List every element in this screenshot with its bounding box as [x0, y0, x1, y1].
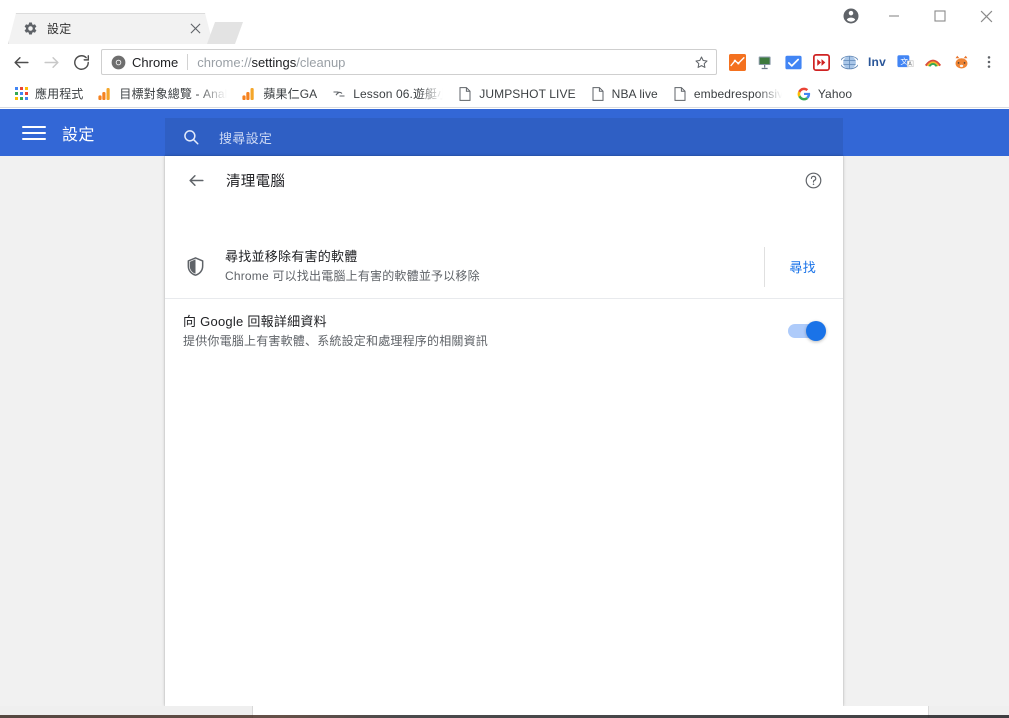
url-text: chrome://settings/cleanup	[197, 55, 690, 70]
checkmark-extension-icon[interactable]	[779, 48, 807, 76]
new-tab-button[interactable]	[207, 22, 243, 44]
tab-title: 設定	[47, 22, 72, 36]
tab-strip: 設定	[0, 0, 1009, 44]
bookmark-audience-overview[interactable]: 目標對象總覽 - Anal	[90, 83, 234, 105]
window-controls	[831, 0, 1009, 32]
reload-icon[interactable]	[66, 48, 96, 76]
forward-icon	[36, 48, 66, 76]
chrome-menu-icon[interactable]	[975, 48, 1003, 76]
fox-extension-icon[interactable]	[947, 48, 975, 76]
bookmark-apple-ga[interactable]: 蘋果仁GA	[234, 83, 324, 105]
svg-text:A: A	[908, 61, 912, 67]
account-avatar-icon[interactable]	[831, 0, 871, 32]
extension-icons: Inv 文 A	[723, 48, 975, 76]
help-icon[interactable]	[800, 167, 826, 193]
row-title: 向 Google 回報詳細資料	[183, 313, 327, 329]
omnibox-divider	[187, 54, 189, 70]
settings-header-bar: 設定 搜尋設定	[0, 109, 1009, 156]
bookmark-yahoo[interactable]: Yahoo	[789, 83, 859, 105]
page-title: 清理電腦	[226, 173, 286, 190]
row-title: 尋找並移除有害的軟體	[225, 249, 358, 264]
hamburger-menu-icon[interactable]	[22, 121, 46, 145]
address-bar[interactable]: Chrome chrome://settings/cleanup	[101, 49, 717, 75]
browser-toolbar: Chrome chrome://settings/cleanup Inv 文 A	[0, 44, 1009, 80]
close-button[interactable]	[963, 0, 1009, 32]
bookmark-label: 蘋果仁GA	[263, 87, 318, 101]
bookmark-label: 應用程式	[35, 87, 84, 101]
bookmark-jumpshot-live[interactable]: JUMPSHOT LIVE	[450, 83, 582, 105]
inv-extension-icon[interactable]: Inv	[863, 48, 891, 76]
shield-icon	[183, 256, 207, 277]
bookmark-label: 目標對象總覽 - Anal	[119, 87, 228, 101]
analytics-extension-icon[interactable]	[723, 48, 751, 76]
google-icon	[796, 86, 812, 102]
page-icon	[590, 86, 606, 102]
back-icon[interactable]	[6, 48, 36, 76]
settings-search-input[interactable]: 搜尋設定	[165, 118, 843, 156]
bookmark-label: JUMPSHOT LIVE	[479, 86, 576, 101]
row-text: 尋找並移除有害的軟體 Chrome 可以找出電腦上有害的軟體並予以移除	[225, 247, 764, 286]
url-path: /cleanup	[296, 54, 346, 70]
settings-page: 設定 搜尋設定 清理電腦 尋找並移除有害的軟體 Chrome 可以找出電腦上有害…	[0, 109, 1009, 706]
media-forward-extension-icon[interactable]	[807, 48, 835, 76]
toggle-knob	[806, 321, 826, 341]
report-details-toggle[interactable]	[788, 321, 826, 341]
minimize-button[interactable]	[871, 0, 917, 32]
bookmark-embedresponsively[interactable]: embedresponsively	[665, 83, 789, 105]
bookmark-label: Yahoo	[817, 86, 853, 101]
settings-subpage-header: 清理電腦	[165, 156, 843, 204]
google-translate-extension-icon[interactable]: 文 A	[891, 48, 919, 76]
page-icon	[457, 86, 473, 102]
analytics-icon	[97, 86, 113, 102]
row-action: 尋找	[764, 246, 826, 287]
rainbow-extension-icon[interactable]	[919, 48, 947, 76]
back-arrow-icon[interactable]	[183, 167, 209, 193]
row-subtitle: 提供你電腦上有害軟體、系統設定和處理程序的相關資訊	[183, 333, 489, 348]
apps-grid-icon	[13, 86, 29, 102]
find-button[interactable]: 尋找	[779, 257, 826, 276]
link-icon	[331, 86, 347, 102]
settings-card: 清理電腦 尋找並移除有害的軟體 Chrome 可以找出電腦上有害的軟體並予以移除…	[165, 156, 843, 706]
row-text: 向 Google 回報詳細資料 提供你電腦上有害軟體、系統設定和處理程序的相關資…	[183, 312, 788, 351]
bookmarks-bar: 應用程式 目標對象總覽 - Anal 蘋果仁GA Lesson 06.遊艇 JU…	[0, 80, 1009, 108]
tab-settings[interactable]: 設定	[8, 13, 213, 44]
bookmark-label: Lesson 06.遊艇小補	[353, 87, 443, 101]
row-report-details-to-google: 向 Google 回報詳細資料 提供你電腦上有害軟體、系統設定和處理程序的相關資…	[165, 299, 843, 363]
bookmark-label: embedresponsively	[693, 86, 782, 101]
inv-extension-label: Inv	[868, 55, 886, 69]
browser-window: 設定 Chrome chrome://settings/cleanup Inv …	[0, 0, 1009, 718]
maximize-button[interactable]	[917, 0, 963, 32]
settings-title: 設定	[62, 126, 95, 144]
site-chip-label: Chrome	[132, 54, 179, 70]
settings-search-placeholder: 搜尋設定	[219, 130, 273, 146]
gear-icon	[22, 21, 38, 37]
analytics-icon	[241, 86, 257, 102]
bookmark-nba-live[interactable]: NBA live	[583, 83, 665, 105]
bookmark-lesson06[interactable]: Lesson 06.遊艇小補	[324, 83, 450, 105]
screen-capture-extension-icon[interactable]	[751, 48, 779, 76]
search-icon	[181, 127, 201, 147]
bookmark-apps[interactable]: 應用程式	[6, 83, 90, 105]
bookmark-label: NBA live	[611, 86, 658, 101]
row-find-harmful-software: 尋找並移除有害的軟體 Chrome 可以找出電腦上有害的軟體並予以移除 尋找	[165, 235, 843, 299]
tab-close-icon[interactable]	[187, 21, 203, 37]
bookmark-star-icon[interactable]	[690, 51, 712, 73]
url-host: settings	[251, 54, 297, 70]
url-prefix: chrome://	[197, 54, 252, 70]
page-icon	[672, 86, 688, 102]
chrome-logo-icon	[110, 54, 126, 70]
row-subtitle: Chrome 可以找出電腦上有害的軟體並予以移除	[225, 269, 480, 283]
blue-globe-extension-icon[interactable]	[835, 48, 863, 76]
